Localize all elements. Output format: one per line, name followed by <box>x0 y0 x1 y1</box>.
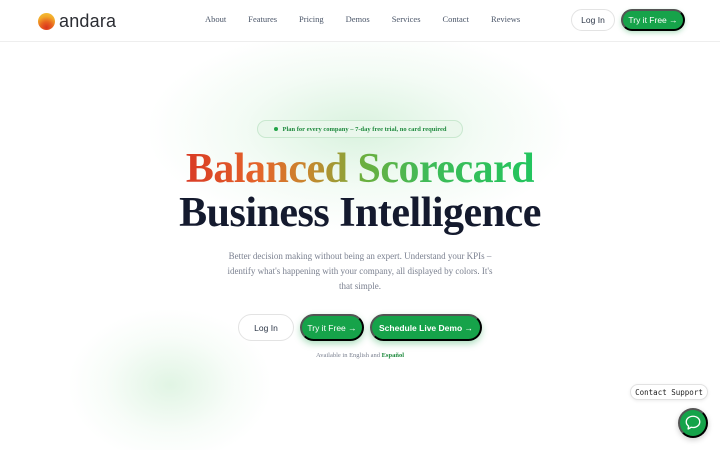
nav-link-contact[interactable]: Contact <box>443 14 469 24</box>
brand-name: andara <box>59 11 117 31</box>
schedule-demo-button[interactable]: Schedule Live Demo → <box>370 314 482 341</box>
badge-dot-icon <box>273 127 278 131</box>
nav-link-demos[interactable]: Demos <box>346 14 370 24</box>
nav-link-reviews[interactable]: Reviews <box>491 14 520 24</box>
navbar: andara About Features Pricing Demos Serv… <box>0 0 720 42</box>
nav-try-free-button[interactable]: Try it Free → <box>621 9 685 31</box>
nav-link-about[interactable]: About <box>205 14 226 24</box>
nav-link-services[interactable]: Services <box>392 14 421 24</box>
andara-logo-icon <box>38 12 55 30</box>
nav-link-features[interactable]: Features <box>248 14 277 24</box>
chat-bubble-icon <box>685 415 701 430</box>
support-chat-button[interactable] <box>678 408 708 438</box>
trial-badge: Plan for every company – 7-day free tria… <box>257 120 463 138</box>
hero-try-free-button[interactable]: Try it Free → <box>300 314 364 341</box>
hero-title-word-balanced: Balanced <box>185 146 348 192</box>
hero-login-button[interactable]: Log In <box>238 314 294 341</box>
nav-login-button[interactable]: Log In <box>571 9 615 31</box>
hero-title-line2: Business Intelligence <box>179 190 541 236</box>
brand-logo[interactable]: andara <box>38 11 116 31</box>
badge-text: Plan for every company – 7-day free tria… <box>282 125 447 133</box>
contact-support-label[interactable]: Contact Support <box>630 384 708 400</box>
nav-link-pricing[interactable]: Pricing <box>299 14 324 24</box>
availability-text: Available in English and <box>316 352 380 359</box>
spanish-language-link[interactable]: Español <box>382 352 404 359</box>
hero-title-word-scorecard: Scorecard <box>357 146 535 192</box>
hero-subtitle: Better decision making without being an … <box>227 251 493 291</box>
nav-links: About Features Pricing Demos Services Co… <box>205 14 542 24</box>
language-availability: Available in English and Español <box>0 352 720 359</box>
hero-title-line1: Balanced Scorecard <box>0 146 720 192</box>
